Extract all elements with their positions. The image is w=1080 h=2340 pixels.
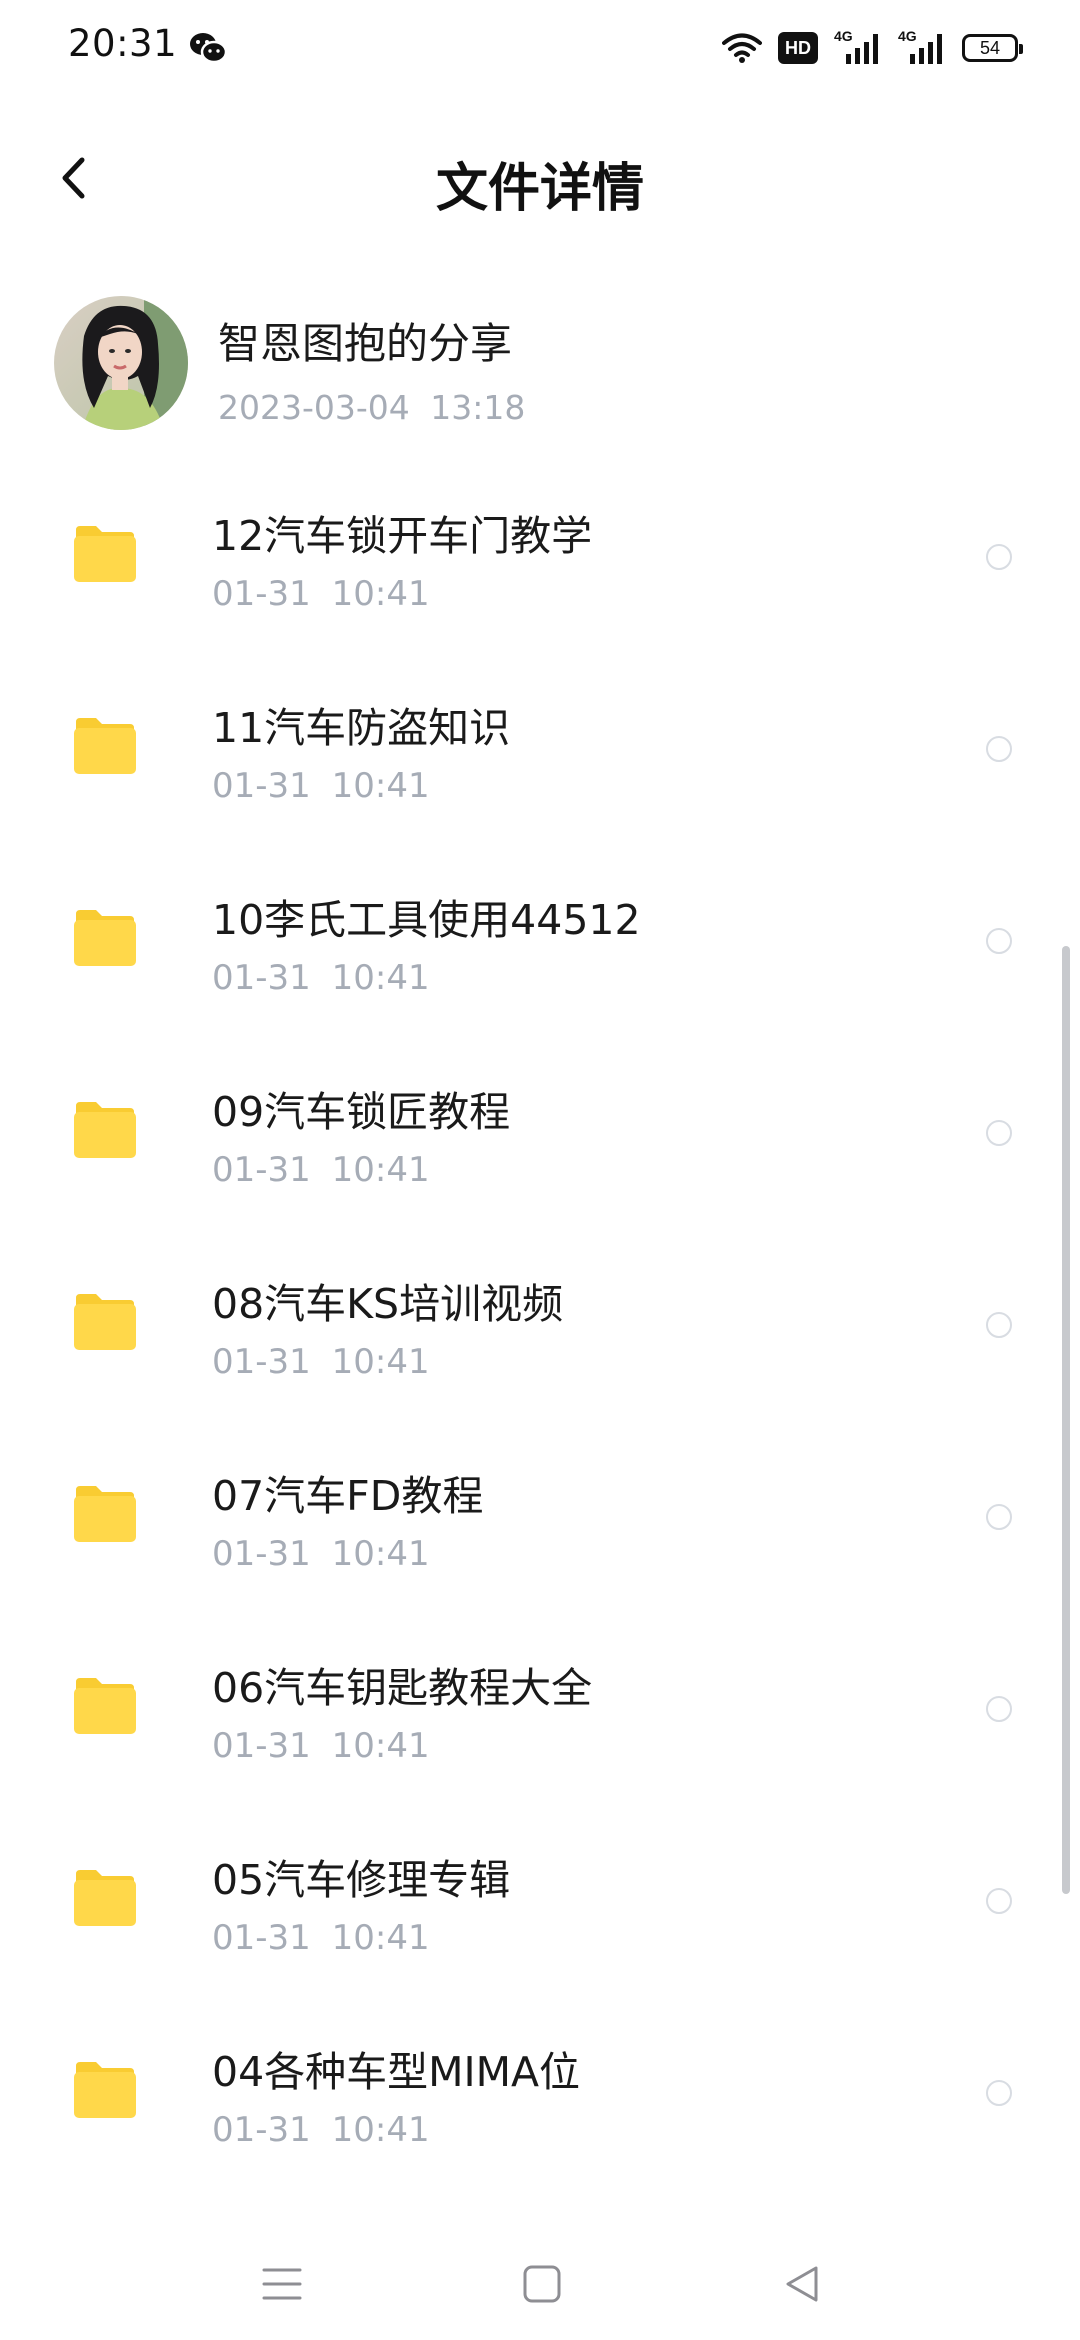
select-radio[interactable] (986, 1120, 1012, 1146)
folder-icon (74, 526, 136, 582)
folder-name: 12汽车锁开车门教学 (212, 512, 593, 560)
home-button[interactable] (512, 2254, 572, 2314)
folder-name: 11汽车防盗知识 (212, 704, 511, 752)
folder-icon (74, 910, 136, 966)
folder-icon (74, 1486, 136, 1542)
file-row[interactable]: 11汽车防盗知识 01-31 10:41 (0, 670, 1080, 862)
folder-time: 01-31 10:41 (212, 1150, 430, 1190)
select-radio[interactable] (986, 736, 1012, 762)
file-row[interactable]: 06汽车钥匙教程大全 01-31 10:41 (0, 1630, 1080, 1822)
file-row[interactable]: 07汽车FD教程 01-31 10:41 (0, 1438, 1080, 1630)
file-list: 12汽车锁开车门教学 01-31 10:41 11汽车防盗知识 01-31 10… (0, 478, 1080, 2206)
file-row[interactable]: 10李氏工具使用44512 01-31 10:41 (0, 862, 1080, 1054)
select-radio[interactable] (986, 1696, 1012, 1722)
hd-badge: HD (778, 32, 818, 64)
folder-icon (74, 1102, 136, 1158)
select-radio[interactable] (986, 928, 1012, 954)
folder-time: 01-31 10:41 (212, 958, 430, 998)
folder-time: 01-31 10:41 (212, 1534, 430, 1574)
select-radio[interactable] (986, 1504, 1012, 1530)
folder-icon (74, 1870, 136, 1926)
wifi-icon (722, 33, 762, 63)
select-radio[interactable] (986, 2080, 1012, 2106)
share-datetime: 2023-03-04 13:18 (218, 388, 526, 427)
folder-icon (74, 1294, 136, 1350)
triangle-back-icon (786, 2266, 818, 2302)
navigation-bar (0, 2220, 1080, 2340)
folder-name: 10李氏工具使用44512 (212, 896, 641, 944)
sharer-name: 智恩图抱的分享 (218, 319, 513, 368)
folder-name: 08汽车KS培训视频 (212, 1280, 564, 1328)
folder-icon (74, 1678, 136, 1734)
header: 文件详情 (0, 130, 1080, 226)
battery-icon: 54 (962, 34, 1023, 62)
avatar-image (54, 296, 188, 430)
folder-icon (74, 718, 136, 774)
avatar[interactable] (54, 296, 188, 430)
folder-time: 01-31 10:41 (212, 2110, 430, 2150)
signal-icon-2: 4G (898, 28, 946, 66)
folder-name: 05汽车修理专辑 (212, 1856, 511, 1904)
file-row[interactable]: 08汽车KS培训视频 01-31 10:41 (0, 1246, 1080, 1438)
status-indicators: HD 4G 4G 54 (722, 28, 1023, 68)
file-row[interactable]: 04各种车型MIMA位 01-31 10:41 (0, 2014, 1080, 2206)
select-radio[interactable] (986, 544, 1012, 570)
screen: 20:31 HD 4G 4G 54 文件详情 智恩图抱的分享 2023-03-0… (0, 0, 1080, 2340)
sharer-info: 智恩图抱的分享 2023-03-04 13:18 (0, 296, 1080, 436)
page-title: 文件详情 (435, 159, 644, 219)
wechat-icon (190, 33, 228, 64)
system-back-button[interactable] (772, 2254, 832, 2314)
folder-time: 01-31 10:41 (212, 766, 430, 806)
folder-name: 07汽车FD教程 (212, 1472, 484, 1520)
folder-time: 01-31 10:41 (212, 1726, 430, 1766)
folder-time: 01-31 10:41 (212, 1342, 430, 1382)
square-home-icon (523, 2265, 561, 2303)
folder-name: 04各种车型MIMA位 (212, 2048, 581, 2096)
menu-button[interactable] (252, 2254, 312, 2314)
file-row[interactable]: 09汽车锁匠教程 01-31 10:41 (0, 1054, 1080, 1246)
status-bar: 20:31 HD 4G 4G 54 (0, 0, 1080, 96)
folder-time: 01-31 10:41 (212, 1918, 430, 1958)
select-radio[interactable] (986, 1888, 1012, 1914)
select-radio[interactable] (986, 1312, 1012, 1338)
folder-name: 06汽车钥匙教程大全 (212, 1664, 593, 1712)
file-row[interactable]: 12汽车锁开车门教学 01-31 10:41 (0, 478, 1080, 670)
menu-icon (262, 2268, 302, 2300)
folder-time: 01-31 10:41 (212, 574, 430, 614)
folder-icon (74, 2062, 136, 2118)
signal-icon-1: 4G (834, 28, 882, 66)
folder-name: 09汽车锁匠教程 (212, 1088, 511, 1136)
file-row[interactable]: 05汽车修理专辑 01-31 10:41 (0, 1822, 1080, 2014)
scrollbar[interactable] (1062, 946, 1070, 1894)
status-time: 20:31 (68, 22, 178, 65)
